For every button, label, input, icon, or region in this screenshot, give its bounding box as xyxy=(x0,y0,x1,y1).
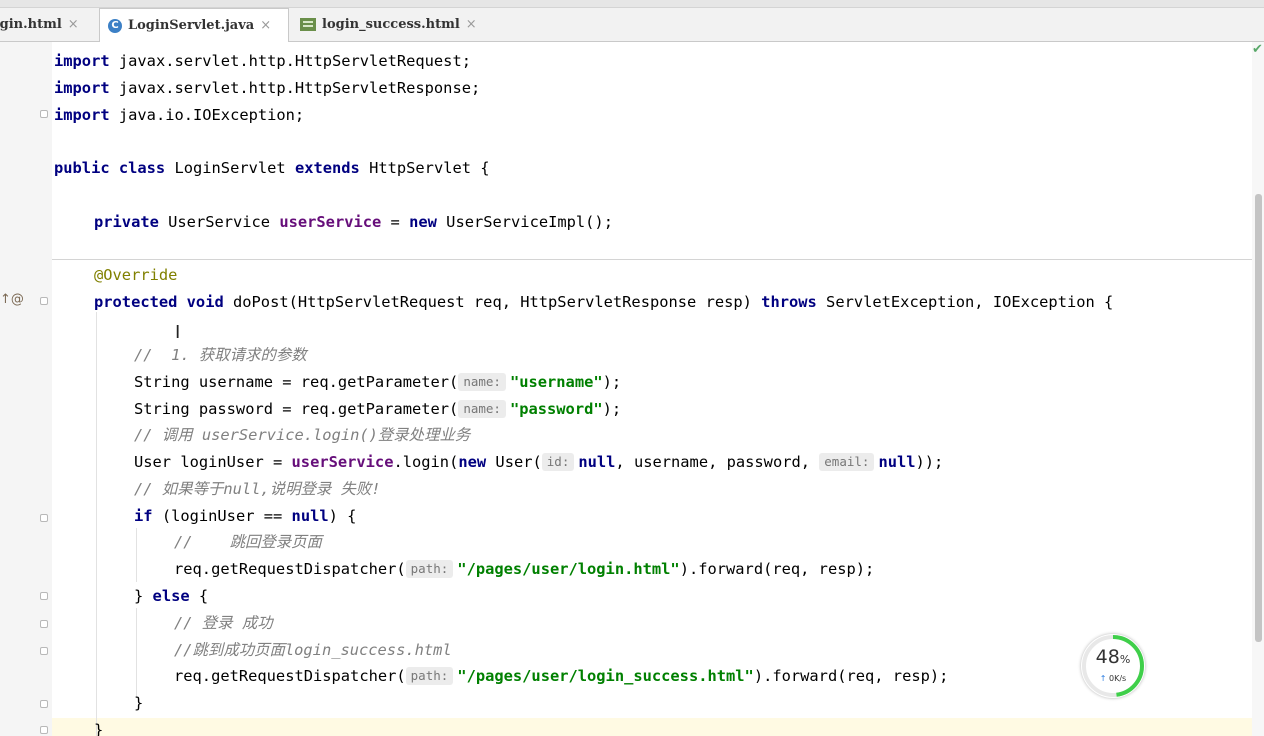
close-icon[interactable]: × xyxy=(68,17,79,32)
code-comment: // 调用 userService.login()登录处理业务 xyxy=(134,426,471,444)
tab-login-html[interactable]: login.html × xyxy=(0,8,87,41)
code-line: @Override xyxy=(94,266,178,284)
code-line: req.getRequestDispatcher(path: "/pages/us… xyxy=(174,560,875,578)
text-cursor-icon: I xyxy=(175,322,181,343)
java-class-icon: C xyxy=(108,18,122,33)
scrollbar-thumb[interactable] xyxy=(1255,194,1262,642)
param-hint: path: xyxy=(405,667,454,685)
indent-guide xyxy=(136,608,137,698)
code-comment: //跳到成功页面login_success.html xyxy=(174,641,452,659)
fold-marker-icon[interactable] xyxy=(40,700,48,708)
code-line: req.getRequestDispatcher(path: "/pages/us… xyxy=(174,667,949,685)
code-line: private UserService userService = new Us… xyxy=(94,213,613,231)
tab-label: login_success.html xyxy=(322,17,460,32)
fold-marker-icon[interactable] xyxy=(40,297,48,305)
code-line: protected void doPost(HttpServletRequest… xyxy=(94,293,1114,311)
inspection-ok-icon[interactable]: ✔ xyxy=(1252,42,1263,57)
code-line: User loginUser = userService.login(new U… xyxy=(134,453,944,471)
code-line: String password = req.getParameter(name:… xyxy=(134,400,622,418)
toolbar-strip xyxy=(0,0,1264,8)
tab-label: login.html xyxy=(0,17,62,32)
code-comment: // 跳回登录页面 xyxy=(174,533,322,551)
vertical-scrollbar[interactable] xyxy=(1252,42,1264,736)
network-speed-widget[interactable]: 48% ↑ 0K/s xyxy=(1081,634,1145,698)
method-separator xyxy=(52,259,1252,260)
fold-marker-icon[interactable] xyxy=(40,620,48,628)
code-line: } xyxy=(134,694,144,712)
code-line: } else { xyxy=(134,587,209,605)
code-editor[interactable]: import javax.servlet.http.HttpServletReq… xyxy=(52,42,1252,736)
code-line: if (loginUser == null) { xyxy=(134,507,357,525)
code-comment: // 登录 成功 xyxy=(174,614,273,632)
fold-marker-icon[interactable] xyxy=(40,726,48,734)
code-comment: // 如果等于null,说明登录 失败! xyxy=(134,480,381,498)
editor-gutter: ↑@ xyxy=(0,42,52,736)
param-hint: name: xyxy=(458,373,506,391)
tab-login-success-html[interactable]: login_success.html × xyxy=(292,8,485,41)
code-line: public class LoginServlet extends HttpSe… xyxy=(54,159,490,177)
param-hint: name: xyxy=(458,400,506,418)
editor-tab-bar: login.html × C LoginServlet.java × login… xyxy=(0,0,1264,42)
override-gutter-icon[interactable]: ↑@ xyxy=(0,292,24,307)
current-line-highlight xyxy=(52,718,1252,736)
param-hint: email: xyxy=(819,453,875,471)
indent-guide xyxy=(96,312,97,736)
upload-speed: ↑ 0K/s xyxy=(1099,674,1127,683)
fold-marker-icon[interactable] xyxy=(40,514,48,522)
fold-marker-icon[interactable] xyxy=(40,647,48,655)
code-line: } xyxy=(94,721,104,736)
code-line: import javax.servlet.http.HttpServletReq… xyxy=(54,52,471,70)
html-file-icon xyxy=(300,18,316,31)
indent-guide xyxy=(136,528,137,582)
code-line: String username = req.getParameter(name:… xyxy=(134,373,622,391)
code-line: import javax.servlet.http.HttpServletRes… xyxy=(54,79,481,97)
usage-percent: 48% xyxy=(1095,646,1131,668)
param-hint: path: xyxy=(405,560,454,578)
param-hint: id: xyxy=(541,453,575,471)
fold-marker-icon[interactable] xyxy=(40,110,48,118)
fold-marker-icon[interactable] xyxy=(40,592,48,600)
code-comment: // 1. 获取请求的参数 xyxy=(134,346,307,364)
tab-label: LoginServlet.java xyxy=(128,18,255,33)
tab-loginservlet-java[interactable]: C LoginServlet.java × xyxy=(99,8,289,42)
close-icon[interactable]: × xyxy=(260,18,271,33)
close-icon[interactable]: × xyxy=(466,17,477,32)
code-line: import java.io.IOException; xyxy=(54,106,305,124)
